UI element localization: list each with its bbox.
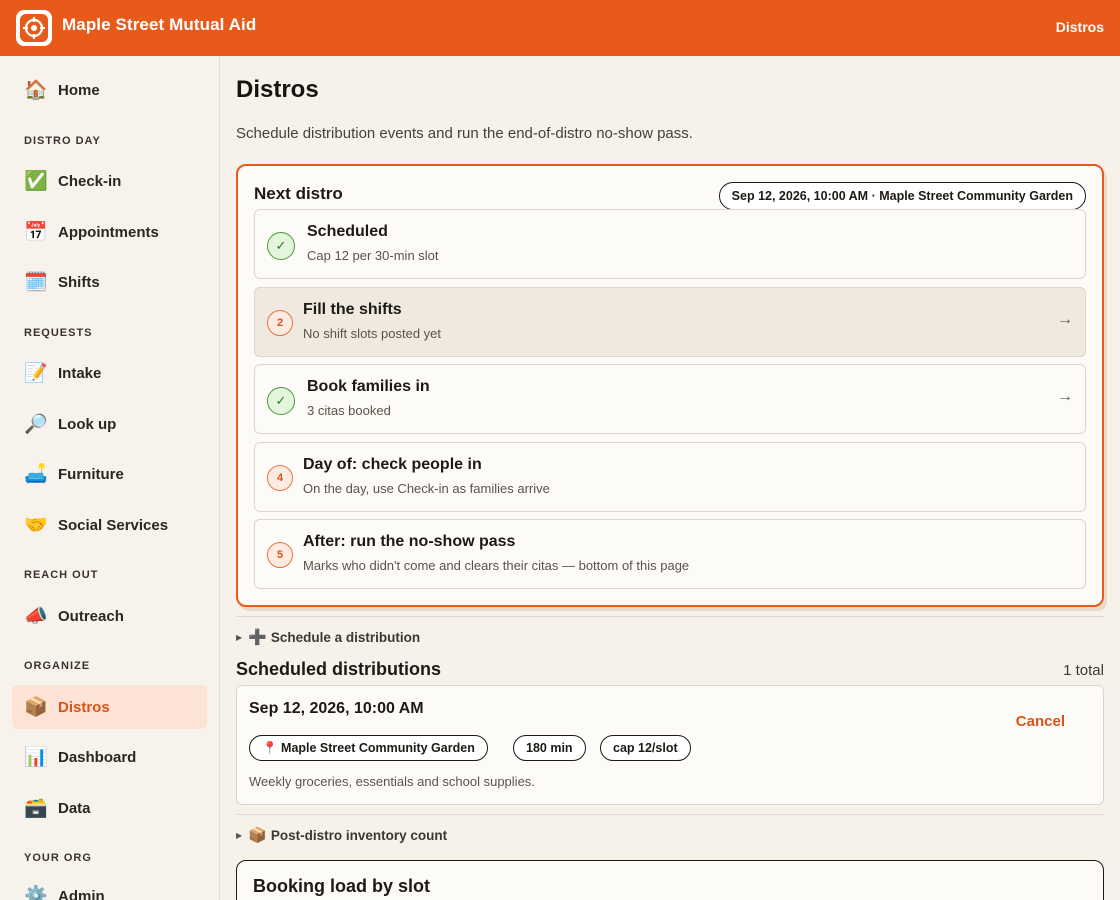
sidebar-item-intake[interactable]: 📝 Intake: [12, 351, 207, 395]
next-distro-title: Next distro: [254, 184, 343, 203]
top-bar: Maple Street Mutual Aid Distros: [0, 0, 1120, 56]
home-icon: 🏠: [24, 80, 48, 101]
package-icon: 📦: [248, 827, 267, 844]
scheduled-count: 1 total: [1063, 662, 1104, 679]
sidebar-item-check-in[interactable]: ✅ Check-in: [12, 159, 207, 203]
next-distro-card: Next distro Sep 12, 2026, 10:00 AM · Map…: [236, 164, 1104, 607]
sidebar: 🏠 Home DISTRO DAY ✅ Check-in 📅 Appointme…: [0, 56, 220, 900]
capacity-tag: cap 12/slot: [600, 735, 691, 761]
arrow-right-icon: →: [1057, 311, 1073, 328]
sidebar-item-label: Appointments: [58, 223, 159, 241]
page-subtitle: Schedule distribution events and run the…: [236, 125, 693, 142]
distro-note: Weekly groceries, essentials and school …: [249, 774, 535, 789]
sidebar-item-label: Distros: [58, 698, 110, 716]
distro-date: Sep 12, 2026, 10:00 AM: [249, 700, 424, 717]
step-number-badge: 5: [267, 542, 293, 568]
check-mark-icon: ✅: [24, 171, 48, 192]
sidebar-item-distros[interactable]: 📦 Distros: [12, 685, 207, 729]
distro-item-card: Sep 12, 2026, 10:00 AM Cancel 📍 Maple St…: [236, 685, 1104, 805]
step-subtitle: Marks who didn't come and clears their c…: [303, 558, 690, 573]
step-no-show-pass: 5 After: run the no-show pass Marks who …: [254, 519, 1086, 589]
sidebar-item-outreach[interactable]: 📣 Outreach: [12, 594, 207, 638]
sidebar-item-label: Data: [58, 799, 91, 817]
step-title: Scheduled: [307, 223, 388, 240]
sidebar-item-look-up[interactable]: 🔎 Look up: [12, 402, 207, 446]
step-subtitle: On the day, use Check-in as families arr…: [303, 481, 550, 496]
sidebar-item-social-services[interactable]: 🤝 Social Services: [12, 503, 207, 547]
location-tag: 📍 Maple Street Community Garden: [249, 735, 488, 761]
sidebar-item-appointments[interactable]: 📅 Appointments: [12, 210, 207, 254]
step-scheduled: ✓ Scheduled Cap 12 per 30-min slot: [254, 209, 1086, 279]
sidebar-item-label: Admin: [58, 887, 105, 900]
step-title: Fill the shifts: [303, 301, 402, 318]
step-done-check-icon: ✓: [267, 232, 295, 260]
step-subtitle: 3 citas booked: [307, 403, 391, 418]
disclosure-triangle-icon: ▶: [236, 632, 243, 642]
calendar-icon: 📅: [24, 222, 48, 243]
disclosure-label: Schedule a distribution: [270, 629, 421, 645]
sidebar-item-label: Look up: [58, 415, 117, 433]
memo-icon: 📝: [24, 363, 48, 384]
step-fill-shifts[interactable]: 2 Fill the shifts No shift slots posted …: [254, 287, 1086, 357]
step-check-people-in: 4 Day of: check people in On the day, us…: [254, 442, 1086, 512]
booking-load-card: Booking load by slot: [236, 860, 1104, 900]
package-icon: 📦: [24, 697, 48, 718]
sidebar-item-label: Social Services: [58, 516, 169, 534]
sidebar-item-label: Check-in: [58, 172, 122, 190]
sidebar-item-label: Home: [58, 81, 100, 99]
disclosure-triangle-icon: ▶: [236, 830, 243, 840]
duration-tag: 180 min: [513, 735, 586, 761]
couch-icon: 🛋️: [24, 464, 48, 485]
step-title: Day of: check people in: [303, 456, 482, 473]
sidebar-section-your-org: YOUR ORG: [24, 852, 92, 864]
gear-icon: ⚙️: [24, 886, 48, 900]
divider: [236, 814, 1104, 815]
logo-mark: [20, 14, 48, 42]
app-logo[interactable]: [16, 10, 52, 46]
spiral-calendar-icon: 🗓️: [24, 272, 48, 293]
step-title: After: run the no-show pass: [303, 533, 516, 550]
step-subtitle: No shift slots posted yet: [303, 326, 442, 341]
sidebar-item-label: Intake: [58, 364, 102, 382]
step-number-badge: 4: [267, 465, 293, 491]
sidebar-item-data[interactable]: 🗃️ Data: [12, 786, 207, 830]
step-subtitle: Cap 12 per 30-min slot: [307, 248, 439, 263]
sidebar-item-label: Outreach: [58, 607, 124, 625]
inventory-count-toggle[interactable]: ▶ 📦 Post-distro inventory count: [236, 826, 447, 844]
logo-target-icon: [23, 17, 45, 39]
app-title[interactable]: Maple Street Mutual Aid: [62, 15, 256, 35]
schedule-distribution-toggle[interactable]: ▶ ➕ Schedule a distribution: [236, 628, 420, 646]
sidebar-item-label: Dashboard: [58, 748, 137, 766]
sidebar-item-label: Furniture: [58, 465, 124, 483]
top-nav-distros-link[interactable]: Distros: [1056, 19, 1104, 35]
sidebar-item-home[interactable]: 🏠 Home: [12, 68, 207, 112]
sidebar-item-admin[interactable]: ⚙️ Admin: [12, 874, 207, 900]
sidebar-item-dashboard[interactable]: 📊 Dashboard: [12, 735, 207, 779]
card-file-box-icon: 🗃️: [24, 798, 48, 819]
sidebar-section-organize: ORGANIZE: [24, 660, 91, 672]
sidebar-section-reach-out: REACH OUT: [24, 569, 99, 581]
megaphone-icon: 📣: [24, 606, 48, 627]
sidebar-section-distro-day: DISTRO DAY: [24, 135, 101, 147]
plus-icon: ➕: [248, 629, 267, 646]
scheduled-distributions-heading: Scheduled distributions: [236, 659, 442, 679]
step-book-families[interactable]: ✓ Book families in 3 citas booked →: [254, 364, 1086, 434]
disclosure-label: Post-distro inventory count: [270, 827, 448, 843]
booking-load-title: Booking load by slot: [253, 876, 431, 896]
step-number-badge: 2: [267, 310, 293, 336]
next-distro-date-pill: Sep 12, 2026, 10:00 AM · Maple Street Co…: [718, 182, 1086, 210]
step-title: Book families in: [307, 378, 430, 395]
sidebar-item-furniture[interactable]: 🛋️ Furniture: [12, 452, 207, 496]
divider: [236, 616, 1104, 617]
step-done-check-icon: ✓: [267, 387, 295, 415]
bar-chart-icon: 📊: [24, 747, 48, 768]
sidebar-item-shifts[interactable]: 🗓️ Shifts: [12, 260, 207, 304]
sidebar-item-label: Shifts: [58, 273, 100, 291]
magnifier-icon: 🔎: [24, 414, 48, 435]
sidebar-section-requests: REQUESTS: [24, 327, 93, 339]
arrow-right-icon: →: [1057, 388, 1073, 405]
cancel-distro-button[interactable]: Cancel: [1016, 713, 1065, 730]
page-title: Distros: [236, 76, 319, 103]
handshake-icon: 🤝: [24, 515, 48, 536]
